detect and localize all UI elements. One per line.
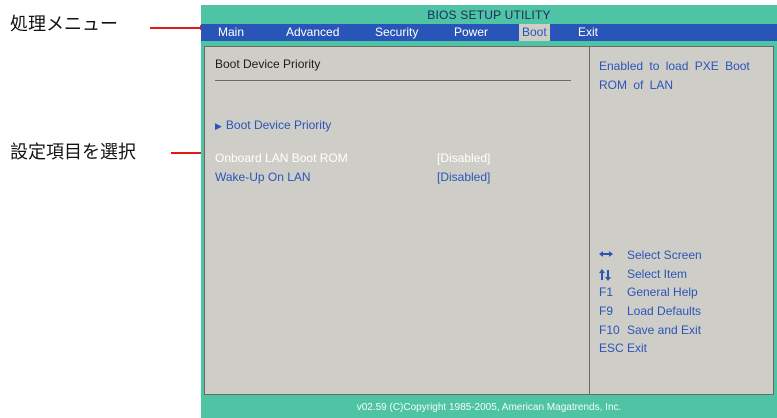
left-right-arrows-icon (599, 251, 613, 257)
setting-label: Onboard LAN Boot ROM (215, 151, 348, 165)
setting-value[interactable]: [Disabled] (437, 170, 490, 184)
setting-onboard-lan-boot-rom[interactable]: Onboard LAN Boot ROM [Disabled] (215, 151, 490, 165)
menu-security[interactable]: Security (372, 24, 421, 41)
setting-wake-up-on-lan[interactable]: Wake-Up On LAN [Disabled] (215, 170, 490, 184)
setting-value[interactable]: [Disabled] (437, 151, 490, 165)
title-rule (215, 80, 571, 81)
menu-callout-line (150, 27, 203, 29)
menu-main[interactable]: Main (215, 24, 247, 41)
key-desc: Load Defaults (627, 304, 702, 318)
key-desc: Save and Exit (627, 323, 702, 337)
up-down-arrows-icon (599, 269, 611, 281)
setting-label: Wake-Up On LAN (215, 170, 311, 184)
submenu-boot-device-priority[interactable]: ▶ Boot Device Priority (215, 118, 331, 132)
submenu-label: Boot Device Priority (225, 118, 332, 132)
menu-exit[interactable]: Exit (575, 24, 601, 41)
key-desc: Exit (627, 341, 648, 355)
key-label: ESC (599, 341, 624, 355)
panel-divider (589, 47, 590, 394)
menu-power[interactable]: Power (451, 24, 491, 41)
key-desc: General Help (627, 285, 698, 299)
bios-screen: BIOS SETUP UTILITY Main Advanced Securit… (201, 5, 777, 418)
menu-boot[interactable]: Boot (519, 24, 550, 41)
submenu-arrow-icon: ▶ (215, 121, 222, 131)
bios-title: BIOS SETUP UTILITY (427, 8, 551, 22)
key-desc: Select Item (627, 267, 688, 281)
menu-bar: Main Advanced Security Power Boot Exit (201, 24, 777, 41)
key-desc: Select Screen (627, 248, 702, 262)
key-label: F10 (599, 323, 620, 337)
setting-callout-label: 設定項目を選択 (10, 142, 136, 163)
menu-advanced[interactable]: Advanced (283, 24, 342, 41)
help-text: Enabled to load PXE Boot ROM of LAN (599, 59, 750, 92)
key-label: F9 (599, 304, 614, 318)
copyright-footer: v02.59 (C)Copyright 1985-2005, American … (356, 402, 622, 413)
section-title: Boot Device Priority (215, 57, 321, 71)
key-label: F1 (599, 285, 614, 299)
settings-panel: Boot Device Priority ▶ Boot Device Priori… (204, 46, 774, 395)
menu-callout-label: 処理メニュー (10, 14, 118, 35)
